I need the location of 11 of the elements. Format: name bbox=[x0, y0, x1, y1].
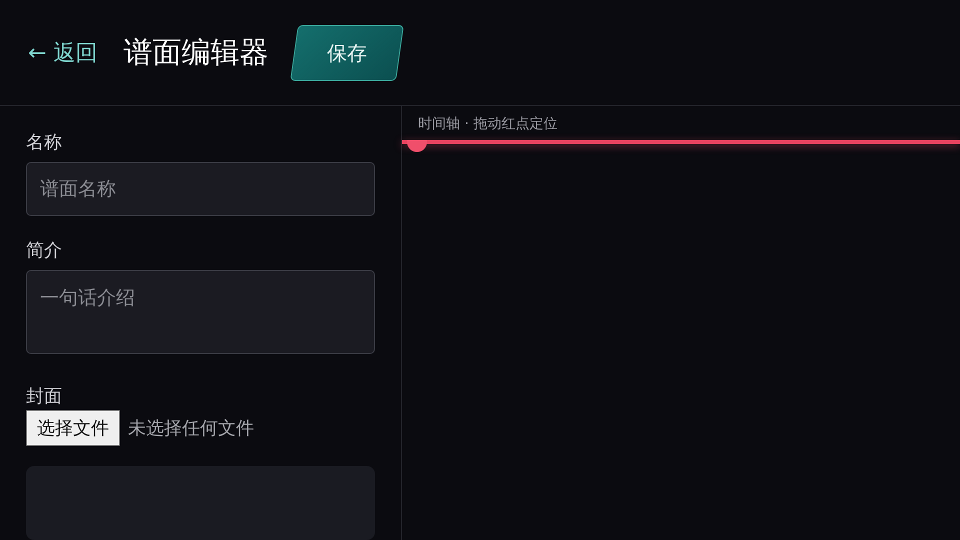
name-field[interactable]: 谱面名称 bbox=[26, 162, 375, 216]
file-status: 未选择任何文件 bbox=[128, 417, 254, 440]
field-label: 简介 bbox=[26, 238, 63, 262]
field-label: 封面 bbox=[26, 385, 63, 408]
timeline-caption: 时间轴 · 拖动红点定位 bbox=[417, 115, 558, 133]
intro-field[interactable]: 一句话介绍 bbox=[26, 270, 375, 354]
field-label: 名称 bbox=[26, 131, 63, 154]
page-title: 谱面编辑器 bbox=[123, 34, 268, 70]
back-link[interactable]: ← 返回 bbox=[28, 38, 98, 68]
choose-file-button[interactable]: 选择文件 bbox=[26, 410, 120, 446]
save-button[interactable]: 保存 bbox=[290, 24, 404, 80]
